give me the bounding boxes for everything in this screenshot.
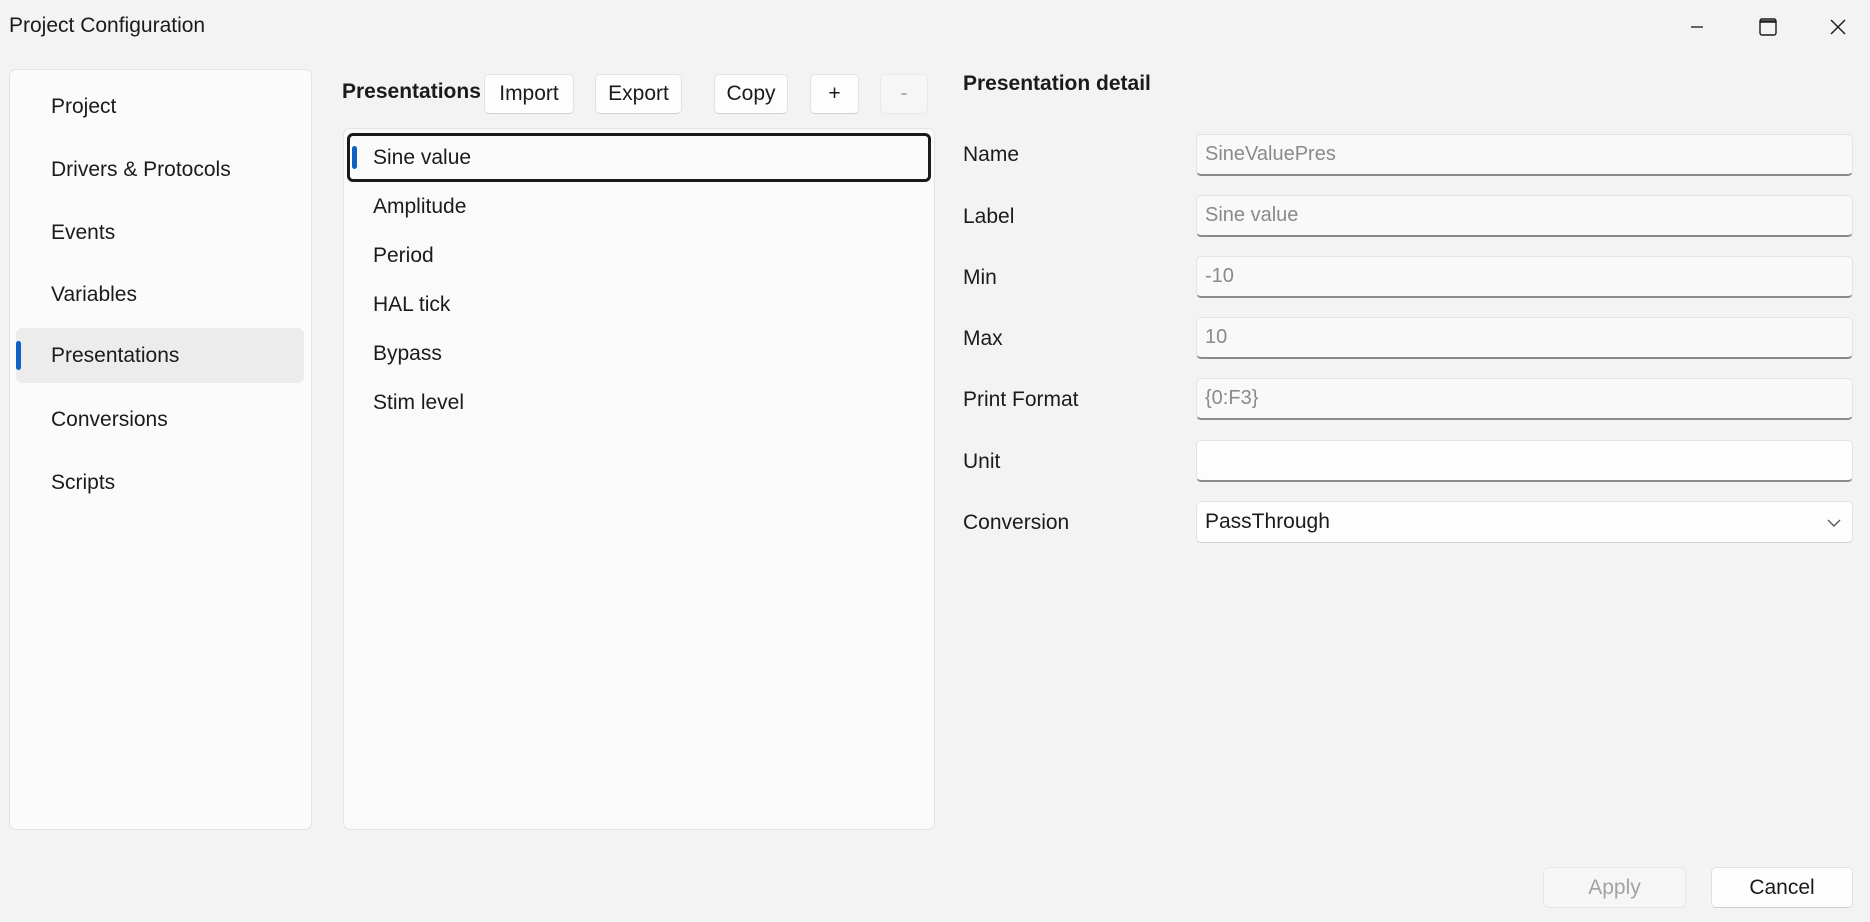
max-field[interactable] bbox=[1196, 317, 1853, 359]
presentations-list: Sine value Amplitude Period HAL tick Byp… bbox=[343, 128, 935, 830]
cancel-button[interactable]: Cancel bbox=[1711, 867, 1853, 908]
maximize-button[interactable] bbox=[1733, 0, 1803, 54]
conversion-label: Conversion bbox=[963, 511, 1070, 534]
nav-item-label: Scripts bbox=[51, 470, 116, 494]
nav-item-label: Presentations bbox=[51, 343, 180, 367]
apply-button[interactable]: Apply bbox=[1543, 867, 1686, 908]
conversion-select[interactable]: PassThrough bbox=[1196, 501, 1853, 543]
chevron-down-icon bbox=[1827, 519, 1841, 527]
print-format-field[interactable] bbox=[1196, 378, 1853, 420]
copy-button[interactable]: Copy bbox=[714, 74, 788, 114]
label-label: Label bbox=[963, 205, 1015, 228]
conversion-value: PassThrough bbox=[1205, 510, 1330, 533]
nav-item-events[interactable]: Events bbox=[16, 205, 304, 260]
min-label: Min bbox=[963, 266, 997, 289]
nav-item-scripts[interactable]: Scripts bbox=[16, 455, 304, 510]
title-bar: Project Configuration bbox=[0, 0, 1870, 56]
unit-label: Unit bbox=[963, 450, 1001, 473]
export-button[interactable]: Export bbox=[595, 74, 682, 114]
nav-item-label: Events bbox=[51, 220, 116, 244]
selection-indicator bbox=[352, 146, 357, 169]
add-presentation-button[interactable]: + bbox=[810, 74, 859, 114]
nav-item-variables[interactable]: Variables bbox=[16, 267, 304, 322]
max-label: Max bbox=[963, 327, 1003, 350]
import-button[interactable]: Import bbox=[484, 74, 574, 114]
nav-item-presentations[interactable]: Presentations bbox=[16, 328, 304, 383]
list-item-label: Amplitude bbox=[373, 195, 467, 218]
list-item-hal-tick[interactable]: HAL tick bbox=[347, 282, 931, 328]
nav-item-label: Conversions bbox=[51, 407, 168, 431]
list-item-amplitude[interactable]: Amplitude bbox=[347, 184, 931, 230]
close-icon bbox=[1830, 19, 1846, 35]
list-item-bypass[interactable]: Bypass bbox=[347, 331, 931, 377]
nav-item-label: Variables bbox=[51, 282, 137, 306]
nav-item-drivers-protocols[interactable]: Drivers & Protocols bbox=[16, 142, 304, 197]
min-field[interactable] bbox=[1196, 256, 1853, 298]
nav-pane: Project Drivers & Protocols Events Varia… bbox=[9, 69, 312, 830]
nav-item-label: Drivers & Protocols bbox=[51, 157, 231, 181]
list-item-label: Sine value bbox=[373, 145, 472, 169]
unit-field[interactable] bbox=[1196, 440, 1853, 482]
detail-title: Presentation detail bbox=[963, 72, 1151, 95]
close-button[interactable] bbox=[1803, 0, 1870, 54]
list-item-stim-level[interactable]: Stim level bbox=[347, 380, 931, 426]
nav-item-project[interactable]: Project bbox=[16, 79, 304, 134]
list-item-label: Stim level bbox=[373, 391, 465, 414]
list-item-label: HAL tick bbox=[373, 293, 451, 316]
window-title: Project Configuration bbox=[9, 14, 206, 37]
presentations-title: Presentations bbox=[342, 80, 481, 103]
nav-item-label: Project bbox=[51, 94, 117, 118]
nav-item-conversions[interactable]: Conversions bbox=[16, 392, 304, 447]
list-item-sine-value[interactable]: Sine value bbox=[347, 133, 931, 182]
remove-presentation-button[interactable]: - bbox=[880, 74, 928, 114]
print-format-label: Print Format bbox=[963, 388, 1079, 411]
list-item-label: Bypass bbox=[373, 342, 442, 365]
name-label: Name bbox=[963, 143, 1020, 166]
name-field[interactable] bbox=[1196, 134, 1853, 176]
minimize-button[interactable] bbox=[1662, 0, 1732, 54]
selection-indicator bbox=[16, 341, 21, 370]
maximize-icon bbox=[1759, 18, 1777, 36]
label-field[interactable] bbox=[1196, 195, 1853, 237]
list-item-label: Period bbox=[373, 244, 434, 267]
minimize-icon bbox=[1691, 26, 1703, 28]
project-configuration-window: Project Configuration Project Drivers & … bbox=[0, 0, 1870, 922]
list-item-period[interactable]: Period bbox=[347, 233, 931, 279]
